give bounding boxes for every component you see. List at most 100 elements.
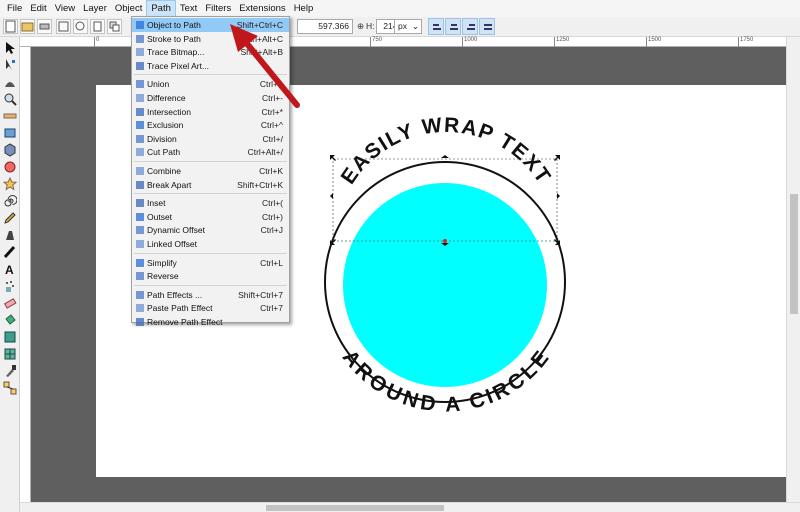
align-center-icon[interactable] bbox=[445, 18, 461, 35]
menu-item-path-effects[interactable]: Path Effects ... Shift+Ctrl+7 bbox=[132, 288, 289, 302]
zoom-tool-icon[interactable] bbox=[3, 92, 17, 106]
horizontal-scroll-thumb[interactable] bbox=[266, 505, 444, 511]
menu-item-inset[interactable]: Inset Ctrl+( bbox=[132, 196, 289, 210]
menu-item-difference[interactable]: Difference Ctrl+- bbox=[132, 91, 289, 105]
menu-item-exclusion[interactable]: Exclusion Ctrl+^ bbox=[132, 118, 289, 132]
menu-edit[interactable]: Edit bbox=[26, 0, 50, 17]
connector-tool-icon[interactable] bbox=[3, 381, 17, 395]
menu-item-shortcut: Ctrl+7 bbox=[260, 303, 283, 314]
vertical-scrollbar[interactable] bbox=[786, 37, 800, 502]
align-right-icon[interactable] bbox=[462, 18, 478, 35]
lock-ratio-icon[interactable]: ⊕ bbox=[357, 21, 364, 32]
menu-item-intersection[interactable]: Intersection Ctrl+* bbox=[132, 105, 289, 119]
height-label: H: bbox=[366, 21, 375, 31]
ruler-label: 0 bbox=[96, 37, 100, 43]
inset-icon bbox=[136, 199, 144, 208]
bucket-tool-icon[interactable] bbox=[3, 313, 17, 327]
horizontal-scrollbar[interactable] bbox=[20, 502, 800, 512]
menu-item-paste-path-effect[interactable]: Paste Path Effect Ctrl+7 bbox=[132, 301, 289, 315]
menu-view[interactable]: View bbox=[51, 0, 79, 17]
menu-item-union[interactable]: Union Ctrl++ bbox=[132, 77, 289, 91]
menu-path[interactable]: Path bbox=[146, 0, 176, 17]
zoom-drawing-icon[interactable] bbox=[73, 19, 88, 34]
intersection-icon bbox=[136, 107, 144, 116]
rotation-center-marker[interactable] bbox=[443, 239, 447, 243]
menu-item-reverse[interactable]: Reverse bbox=[132, 269, 289, 283]
menu-item-stroke-to-path[interactable]: Stroke to Path Ctrl+Alt+C bbox=[132, 32, 289, 46]
spiral-tool-icon[interactable] bbox=[3, 194, 17, 208]
spray-tool-icon[interactable] bbox=[3, 279, 17, 293]
node-tool-icon[interactable] bbox=[3, 58, 17, 72]
text-tool-icon[interactable]: A bbox=[3, 262, 17, 276]
menu-item-label: Combine bbox=[147, 166, 182, 176]
menu-item-break-apart[interactable]: Break Apart Shift+Ctrl+K bbox=[132, 178, 289, 192]
top-curved-text[interactable]: EASILY WRAP TEXT bbox=[337, 114, 556, 189]
measure-tool-icon[interactable] bbox=[3, 109, 17, 123]
outset-icon bbox=[136, 212, 144, 221]
menu-item-division[interactable]: Division Ctrl+/ bbox=[132, 132, 289, 146]
top-curved-text-path: EASILY WRAP TEXT bbox=[337, 114, 554, 189]
vertical-scroll-thumb[interactable] bbox=[790, 194, 798, 314]
break-apart-icon bbox=[136, 180, 144, 189]
ruler-tick bbox=[370, 37, 371, 47]
menu-filters[interactable]: Filters bbox=[201, 0, 235, 17]
align-justify-icon[interactable] bbox=[479, 18, 495, 35]
menu-item-trace-pixel-art[interactable]: Trace Pixel Art... bbox=[132, 59, 289, 73]
print-icon[interactable] bbox=[37, 19, 52, 34]
duplicate-icon[interactable] bbox=[107, 19, 122, 34]
menu-item-combine[interactable]: Combine Ctrl+K bbox=[132, 164, 289, 178]
path-effects-icon bbox=[136, 290, 144, 299]
trace-bitmap-icon bbox=[136, 48, 144, 57]
menu-item-shortcut: Ctrl+L bbox=[260, 257, 283, 268]
menu-item-label: Path Effects ... bbox=[147, 289, 203, 300]
zoom-page-icon[interactable] bbox=[90, 19, 105, 34]
cyan-circle[interactable] bbox=[343, 183, 547, 387]
unit-select[interactable]: px ⌄ bbox=[394, 19, 422, 34]
gradient-tool-icon[interactable] bbox=[3, 330, 17, 344]
tweak-tool-icon[interactable] bbox=[3, 75, 17, 89]
menu-separator bbox=[134, 161, 287, 162]
ellipse-tool-icon[interactable] bbox=[3, 160, 17, 174]
dynamic-offset-icon bbox=[136, 226, 144, 235]
width-input[interactable]: 597.366 bbox=[297, 19, 353, 34]
menu-item-shortcut: Shift+Alt+B bbox=[240, 47, 283, 58]
calligraphy-tool-icon[interactable] bbox=[3, 245, 17, 259]
ruler-label: 750 bbox=[372, 37, 383, 43]
rectangle-tool-icon[interactable] bbox=[3, 126, 17, 140]
menu-layer[interactable]: Layer bbox=[79, 0, 111, 17]
menu-item-trace-bitmap[interactable]: Trace Bitmap... Shift+Alt+B bbox=[132, 45, 289, 59]
menu-extensions[interactable]: Extensions bbox=[235, 0, 289, 17]
menu-item-label: Exclusion bbox=[147, 120, 184, 131]
menu-help[interactable]: Help bbox=[290, 0, 318, 17]
selector-tool-icon[interactable] bbox=[3, 41, 17, 55]
menu-item-dynamic-offset[interactable]: Dynamic Offset Ctrl+J bbox=[132, 223, 289, 237]
dropper-tool-icon[interactable] bbox=[3, 364, 17, 378]
align-left-icon[interactable] bbox=[428, 18, 444, 35]
menu-item-linked-offset[interactable]: Linked Offset bbox=[132, 237, 289, 251]
menu-item-object-to-path[interactable]: Object to Path Shift+Ctrl+C bbox=[132, 18, 289, 32]
box3d-tool-icon[interactable] bbox=[3, 143, 17, 157]
ruler-label: 1750 bbox=[740, 37, 754, 43]
menu-item-label: Linked Offset bbox=[147, 239, 197, 249]
menu-item-cut-path[interactable]: Cut Path Ctrl+Alt+/ bbox=[132, 145, 289, 159]
pencil-tool-icon[interactable] bbox=[3, 211, 17, 225]
eraser-tool-icon[interactable] bbox=[3, 296, 17, 310]
zoom-fit-icon[interactable] bbox=[56, 19, 71, 34]
menu-item-simplify[interactable]: Simplify Ctrl+L bbox=[132, 256, 289, 270]
ruler-tick bbox=[646, 37, 647, 47]
star-tool-icon[interactable] bbox=[3, 177, 17, 191]
open-icon[interactable] bbox=[20, 19, 35, 34]
toolbox: A bbox=[0, 37, 20, 512]
mesh-tool-icon[interactable] bbox=[3, 347, 17, 361]
menu-text[interactable]: Text bbox=[176, 0, 201, 17]
menu-separator bbox=[134, 74, 287, 76]
menu-item-label: Break Apart bbox=[147, 179, 192, 190]
menu-file[interactable]: File bbox=[3, 0, 26, 17]
menu-item-label: Dynamic Offset bbox=[147, 225, 205, 236]
menu-item-outset[interactable]: Outset Ctrl+) bbox=[132, 210, 289, 224]
menu-object[interactable]: Object bbox=[111, 0, 146, 17]
pen-tool-icon[interactable] bbox=[3, 228, 17, 242]
new-document-icon[interactable] bbox=[3, 19, 18, 34]
ruler-tick bbox=[94, 37, 95, 47]
menu-item-remove-path-effect[interactable]: Remove Path Effect bbox=[132, 315, 289, 329]
